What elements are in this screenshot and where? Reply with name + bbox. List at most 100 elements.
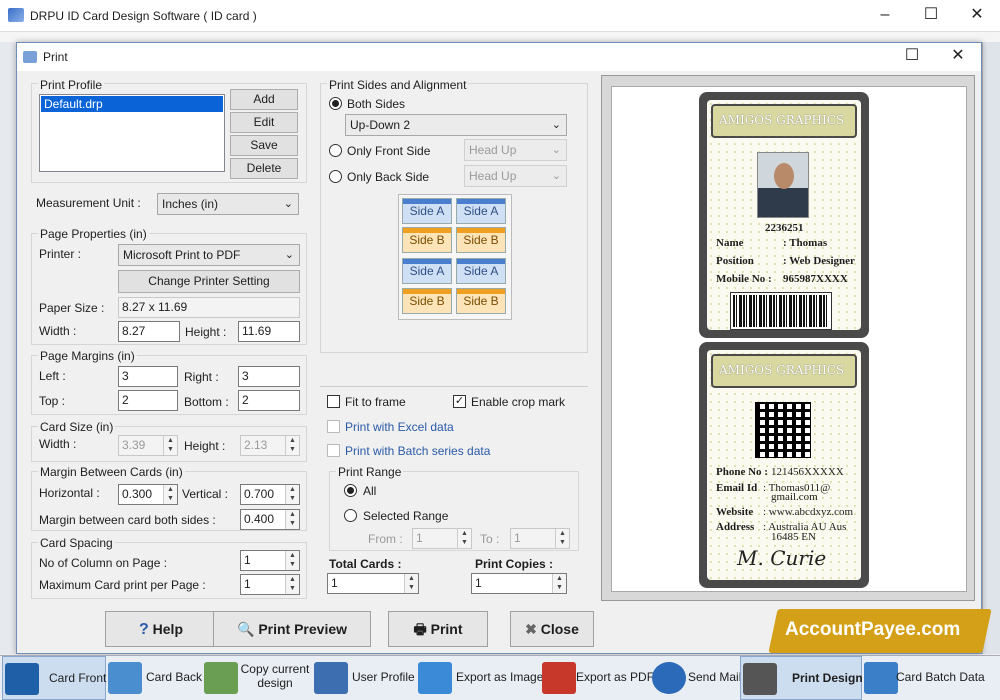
crop-mark-label[interactable]: Enable crop mark — [471, 395, 565, 409]
minimize-icon[interactable]: – — [862, 0, 908, 32]
save-button[interactable]: Save — [230, 135, 298, 156]
back-side-label[interactable]: Only Back Side — [347, 170, 429, 184]
profile-list[interactable]: Default.drp — [39, 94, 225, 172]
print-preview-pane: AMIGOS GRAPHICS 2236251 Name : Thomas Po… — [601, 75, 975, 601]
right-margin-field[interactable]: 3 — [238, 366, 300, 387]
print-copies-label: Print Copies : — [475, 557, 554, 571]
width-field[interactable]: 8.27 — [118, 321, 180, 342]
background-menubar — [0, 32, 1000, 42]
toolbar-print-design[interactable]: Print Design — [740, 656, 863, 700]
toolbar-export-pdf[interactable]: Export as PDF — [540, 656, 654, 700]
add-button[interactable]: Add — [230, 89, 298, 110]
chevron-down-icon: ⌄ — [284, 249, 294, 261]
front-side-label[interactable]: Only Front Side — [347, 144, 430, 158]
front-orientation-value: Head Up — [469, 143, 517, 157]
total-cards-field[interactable]: 1 ▲ ▼ — [327, 573, 419, 594]
fit-to-frame-label[interactable]: Fit to frame — [345, 395, 406, 409]
print-preview-button[interactable]: 🔍 Print Preview — [213, 611, 371, 647]
toolbar-user-profile[interactable]: User Profile — [312, 656, 416, 700]
stepper-icon[interactable]: ▲ ▼ — [404, 574, 418, 593]
stepper-icon[interactable]: ▲ ▼ — [163, 485, 177, 504]
stepper-icon[interactable]: ▲ ▼ — [285, 551, 299, 570]
columns-label: No of Column on Page : — [39, 556, 168, 570]
excel-data-label[interactable]: Print with Excel data — [345, 420, 454, 434]
print-profile-title: Print Profile — [38, 78, 105, 92]
back-orientation-select: Head Up ⌄ — [464, 165, 567, 187]
background-app-right — [982, 42, 1000, 654]
delete-button[interactable]: Delete — [230, 158, 298, 179]
card-front-label: Card Front — [49, 671, 107, 685]
dialog-maximize-icon[interactable]: ☐ — [889, 41, 935, 73]
side-b-tile: Side B — [402, 288, 452, 314]
toolbar-send-mail[interactable]: Send Mail — [650, 656, 741, 700]
stepper-icon[interactable]: ▲ ▼ — [285, 485, 299, 504]
email-label: Email Id — [716, 482, 758, 494]
stepper-icon[interactable]: ▲ ▼ — [285, 575, 299, 594]
measurement-select[interactable]: Inches (in) ⌄ — [157, 193, 299, 215]
printer-select[interactable]: Microsoft Print to PDF ⌄ — [118, 244, 300, 266]
max-cards-field[interactable]: 1 ▲ ▼ — [240, 574, 300, 595]
chevron-down-icon: ⌄ — [551, 119, 561, 131]
toolbar-card-back[interactable]: Card Back — [106, 656, 202, 700]
card-id: 2236251 — [765, 222, 804, 234]
both-sides-radio-label[interactable]: Both Sides — [347, 97, 405, 111]
preview-page: AMIGOS GRAPHICS 2236251 Name : Thomas Po… — [611, 86, 967, 592]
toolbar-copy-design[interactable]: Copy current design — [202, 656, 312, 700]
height-field[interactable]: 11.69 — [238, 321, 300, 342]
close-button[interactable]: ✖ Close — [510, 611, 594, 647]
print-button[interactable]: 🖶 Print — [388, 611, 488, 647]
paper-size-field[interactable]: 8.27 x 11.69 — [118, 297, 300, 318]
left-margin-field[interactable]: 3 — [118, 366, 178, 387]
chevron-down-icon: ⌄ — [551, 170, 561, 182]
range-selected-radio[interactable] — [344, 509, 357, 522]
dialog-close-icon[interactable]: ✕ — [935, 41, 981, 73]
both-sides-field[interactable]: 0.400 ▲ ▼ — [240, 509, 300, 530]
layout-select[interactable]: Up-Down 2 ⌄ — [345, 114, 567, 136]
both-sides-label: Margin between card both sides : — [39, 513, 216, 527]
email-value-2: gmail.com — [771, 491, 818, 503]
card-spacing-title: Card Spacing — [38, 536, 115, 550]
batch-data-checkbox[interactable] — [327, 444, 340, 457]
fit-to-frame-checkbox[interactable] — [327, 395, 340, 408]
horizontal-value: 0.300 — [122, 487, 153, 501]
edit-button[interactable]: Edit — [230, 112, 298, 133]
help-button[interactable]: ? Help — [105, 611, 217, 647]
website-value: : www.abcdxyz.com — [763, 506, 854, 518]
horizontal-field[interactable]: 0.300 ▲ ▼ — [118, 484, 178, 505]
right-label: Right : — [184, 370, 219, 384]
printer-value: Microsoft Print to PDF — [123, 248, 241, 262]
measurement-value: Inches (in) — [162, 197, 219, 211]
bottom-toolbar: Card Front Card Back Copy current design… — [0, 655, 1000, 700]
bottom-margin-field[interactable]: 2 — [238, 390, 300, 411]
website-label: Website — [716, 506, 754, 518]
measurement-label: Measurement Unit : — [36, 196, 141, 210]
export-image-label: Export as Image — [456, 670, 544, 684]
print-copies-field[interactable]: 1 ▲ ▼ — [471, 573, 567, 594]
range-selected-label[interactable]: Selected Range — [363, 509, 448, 523]
toolbar-export-image[interactable]: Export as Image — [416, 656, 544, 700]
columns-field[interactable]: 1 ▲ ▼ — [240, 550, 300, 571]
stepper-icon: ▲ ▼ — [285, 436, 299, 455]
batch-data-label[interactable]: Print with Batch series data — [345, 444, 490, 458]
both-sides-radio[interactable] — [329, 97, 342, 110]
toolbar-card-batch[interactable]: Card Batch Data — [862, 656, 998, 700]
crop-mark-checkbox[interactable]: ✓ — [453, 395, 466, 408]
range-all-label[interactable]: All — [363, 484, 376, 498]
company-header: AMIGOS GRAPHICS — [711, 354, 857, 388]
close-icon[interactable]: ✕ — [954, 0, 1000, 32]
position-label: Position — [716, 255, 754, 267]
excel-data-checkbox[interactable] — [327, 420, 340, 433]
change-printer-button[interactable]: Change Printer Setting — [118, 270, 300, 293]
vertical-field[interactable]: 0.700 ▲ ▼ — [240, 484, 300, 505]
back-side-radio[interactable] — [329, 170, 342, 183]
user-profile-label: User Profile — [352, 670, 415, 684]
toolbar-card-front[interactable]: Card Front — [2, 656, 106, 700]
top-margin-field[interactable]: 2 — [118, 390, 178, 411]
stepper-icon[interactable]: ▲ ▼ — [552, 574, 566, 593]
side-b-tile: Side B — [456, 288, 506, 314]
front-side-radio[interactable] — [329, 144, 342, 157]
maximize-icon[interactable]: ☐ — [908, 0, 954, 32]
range-all-radio[interactable] — [344, 484, 357, 497]
profile-list-item[interactable]: Default.drp — [41, 96, 223, 112]
stepper-icon[interactable]: ▲ ▼ — [285, 510, 299, 529]
